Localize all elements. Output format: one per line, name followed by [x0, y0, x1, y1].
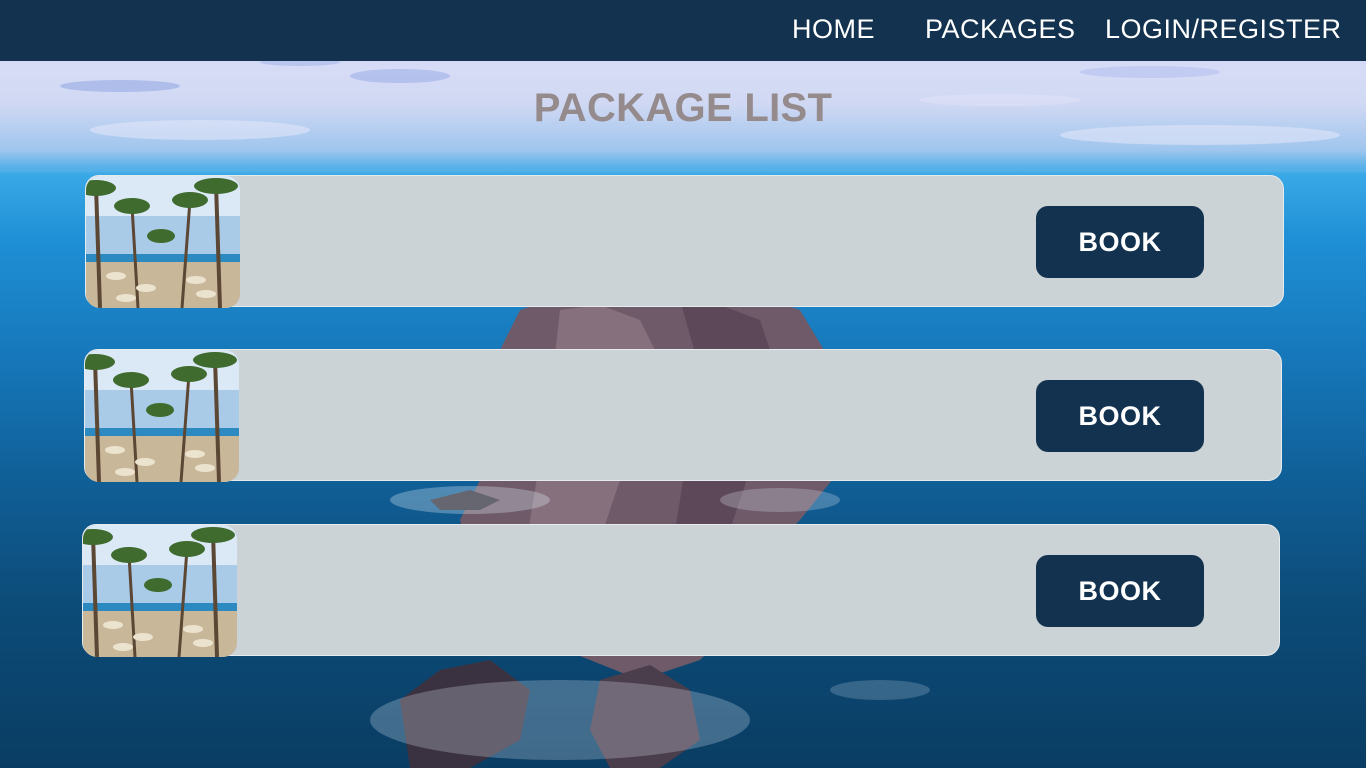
top-navbar: HOME PACKAGES LOGIN/REGISTER — [0, 0, 1366, 61]
package-thumbnail-image — [85, 350, 239, 482]
book-button[interactable]: BOOK — [1036, 206, 1204, 278]
package-thumbnail-image — [86, 176, 240, 308]
nav-login-register-link[interactable]: LOGIN/REGISTER — [1105, 14, 1342, 45]
page: HOME PACKAGES LOGIN/REGISTER PACKAGE LIS… — [0, 0, 1366, 768]
package-card: BOOK — [84, 349, 1282, 482]
nav-home-link[interactable]: HOME — [792, 14, 875, 45]
nav-packages-link[interactable]: PACKAGES — [925, 14, 1076, 45]
page-title: PACKAGE LIST — [533, 86, 833, 130]
book-button[interactable]: BOOK — [1036, 380, 1204, 452]
package-thumbnail-image — [83, 525, 237, 657]
book-button[interactable]: BOOK — [1036, 555, 1204, 627]
package-card: BOOK — [85, 175, 1284, 308]
package-card: BOOK — [82, 524, 1280, 657]
